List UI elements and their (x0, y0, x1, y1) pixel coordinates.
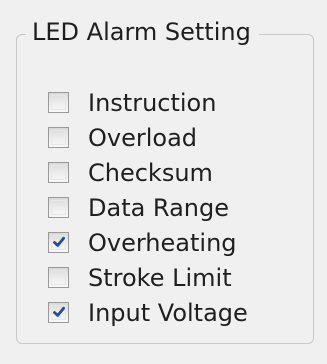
checksum-option[interactable]: Checksum (48, 155, 298, 190)
checksum-label[interactable]: Checksum (88, 158, 213, 188)
data-range-label[interactable]: Data Range (88, 193, 229, 223)
instruction-checkbox[interactable] (48, 92, 69, 113)
data-range-checkbox[interactable] (48, 197, 69, 218)
overheating-label[interactable]: Overheating (88, 228, 237, 258)
overheating-checkbox[interactable] (48, 232, 69, 253)
instruction-label[interactable]: Instruction (88, 88, 216, 118)
checkmark-icon (53, 236, 65, 247)
alarm-checkbox-list: Instruction Overload Checksum Data Range… (48, 85, 298, 330)
input-voltage-checkbox[interactable] (48, 302, 69, 323)
instruction-option[interactable]: Instruction (48, 85, 298, 120)
input-voltage-label[interactable]: Input Voltage (88, 298, 248, 328)
checkmark-icon (53, 306, 65, 317)
checksum-checkbox[interactable] (48, 162, 69, 183)
data-range-option[interactable]: Data Range (48, 190, 298, 225)
overload-label[interactable]: Overload (88, 123, 197, 153)
overload-checkbox[interactable] (48, 127, 69, 148)
input-voltage-option[interactable]: Input Voltage (48, 295, 298, 330)
group-title: LED Alarm Setting (26, 14, 259, 50)
stroke-limit-option[interactable]: Stroke Limit (48, 260, 298, 295)
overheating-option[interactable]: Overheating (48, 225, 298, 260)
overload-option[interactable]: Overload (48, 120, 298, 155)
stroke-limit-label[interactable]: Stroke Limit (88, 263, 232, 293)
stroke-limit-checkbox[interactable] (48, 267, 69, 288)
